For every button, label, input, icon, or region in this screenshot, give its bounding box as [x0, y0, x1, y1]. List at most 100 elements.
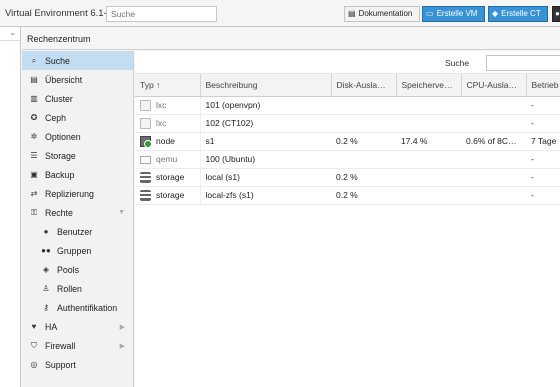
nav-item-label: Ceph — [45, 112, 67, 123]
row-cpu — [461, 150, 526, 169]
nav-item-firewall[interactable]: ⛉ Firewall ▶ — [22, 336, 133, 355]
nav-item-roles[interactable]: ♙ Rollen — [22, 279, 133, 298]
column-header-memory[interactable]: Speicherve… — [396, 74, 462, 97]
table-row[interactable]: storage local-zfs (s1) 0.2 % - — [135, 186, 560, 205]
nav-item-support[interactable]: ◎ Support — [22, 355, 133, 374]
nav-item-label: Backup — [45, 169, 75, 180]
monitor-icon — [140, 156, 151, 164]
tags-icon: ◈ — [42, 265, 50, 274]
column-header-type[interactable]: Typ ↑ — [135, 74, 201, 97]
nav-item-ceph[interactable]: ✪ Ceph — [22, 108, 133, 127]
key-icon: ⚷ — [43, 303, 49, 312]
nav-item-pools[interactable]: ◈ Pools — [22, 260, 133, 279]
user-icon: ● — [555, 9, 560, 18]
row-description: 100 (Ubuntu) — [200, 150, 331, 169]
server-icon: ▥ — [30, 94, 38, 103]
nav-item-authentication[interactable]: ⚷ Authentifikation — [22, 298, 133, 317]
row-uptime: - — [526, 114, 560, 133]
row-memory — [396, 150, 461, 169]
monitor-icon: ▭ — [426, 9, 434, 18]
cube-icon: ◆ — [492, 9, 499, 18]
row-description: local (s1) — [200, 168, 331, 187]
results-table: Typ ↑ Beschreibung Disk-Ausla… Speicherv… — [135, 74, 560, 205]
row-description: local-zfs (s1) — [200, 186, 331, 205]
gear-icon: ✲ — [30, 132, 38, 141]
nav-item-groups[interactable]: ●● Gruppen — [22, 241, 133, 260]
container-icon — [140, 99, 151, 111]
row-disk — [331, 114, 396, 133]
table-row[interactable]: storage local (s1) 0.2 % - — [135, 168, 560, 187]
panel-title: Rechenzentrum — [22, 28, 560, 50]
app-title: Virtual Environment 6.1-7 — [5, 8, 113, 19]
row-uptime: - — [526, 168, 560, 187]
table-row[interactable]: node s1 0.2 % 17.4 % 0.6% of 8C… 7 Tage — [135, 132, 560, 151]
column-header-disk[interactable]: Disk-Ausla… — [331, 74, 397, 97]
nav-item-options[interactable]: ✲ Optionen — [22, 127, 133, 146]
nav-item-overview[interactable]: ▤ Übersicht — [22, 70, 133, 89]
chevron-right-icon: ▶ — [119, 342, 125, 350]
lifebuoy-icon: ◎ — [30, 360, 38, 369]
global-search-input[interactable] — [106, 6, 217, 22]
row-uptime: 7 Tage — [526, 132, 560, 151]
results-toolbar: Suche — [135, 51, 560, 74]
floppy-icon: ▣ — [30, 170, 38, 179]
book-icon: ▤ — [30, 75, 38, 84]
nav-item-label: Optionen — [45, 131, 81, 142]
nav-item-label: Rollen — [57, 283, 82, 294]
row-memory — [396, 114, 461, 133]
table-row[interactable]: lxc 101 (openvpn) - — [135, 96, 560, 115]
table-header-row: Typ ↑ Beschreibung Disk-Ausla… Speicherv… — [135, 74, 560, 97]
nav-item-label: Firewall — [45, 340, 76, 351]
storage-icon — [140, 189, 151, 201]
row-type: lxc — [156, 100, 167, 110]
nav-item-label: Support — [45, 359, 76, 370]
nav-item-label: Authentifikation — [57, 302, 118, 313]
heartbeat-icon: ♥ — [31, 322, 37, 331]
create-vm-button[interactable]: ▭ Erstelle VM — [422, 6, 485, 22]
table-row[interactable]: lxc 102 (CT102) - — [135, 114, 560, 133]
datacenter-nav: ⌕ Suche ▤ Übersicht ▥ Cluster ✪ Ceph ✲ O… — [22, 51, 134, 387]
create-ct-button[interactable]: ◆ Erstelle CT — [488, 6, 548, 22]
documentation-button[interactable]: ▤ Dokumentation — [344, 6, 420, 22]
nav-item-label: Pools — [57, 264, 80, 275]
resource-tree[interactable]: ⌄ — [0, 27, 21, 387]
user-menu-button[interactable]: ● — [552, 6, 560, 22]
retweet-icon: ⇄ — [30, 189, 38, 198]
nav-item-label: Benutzer — [57, 226, 93, 237]
row-memory — [396, 96, 461, 115]
row-uptime: - — [526, 150, 560, 169]
row-cpu — [461, 114, 526, 133]
row-description: 102 (CT102) — [200, 114, 331, 133]
documentation-label: Dokumentation — [358, 9, 413, 18]
nav-item-permissions[interactable]: ⚿ Rechte ▼ — [22, 203, 133, 222]
column-header-description[interactable]: Beschreibung — [200, 74, 332, 97]
nav-item-replication[interactable]: ⇄ Replizierung — [22, 184, 133, 203]
database-icon: ☰ — [30, 151, 38, 160]
create-vm-label: Erstelle VM — [436, 9, 478, 18]
row-disk: 0.2 % — [331, 186, 396, 205]
column-header-uptime[interactable]: Betrieb — [526, 74, 560, 97]
row-type: node — [156, 136, 175, 146]
user-icon: ● — [43, 227, 49, 236]
row-cpu — [461, 96, 526, 115]
nav-item-storage[interactable]: ☰ Storage — [22, 146, 133, 165]
column-header-cpu[interactable]: CPU-Ausla… — [461, 74, 527, 97]
chevron-down-icon: ⌄ — [9, 28, 16, 37]
row-cpu: 0.6% of 8C… — [461, 132, 526, 151]
filter-input[interactable] — [486, 55, 560, 71]
users-icon: ●● — [41, 246, 51, 255]
nav-item-backup[interactable]: ▣ Backup — [22, 165, 133, 184]
nav-item-label: Storage — [45, 150, 76, 161]
nav-item-search[interactable]: ⌕ Suche — [22, 51, 133, 70]
nav-item-cluster[interactable]: ▥ Cluster — [22, 89, 133, 108]
nav-item-label: Suche — [45, 55, 70, 66]
nav-item-ha[interactable]: ♥ HA ▶ — [22, 317, 133, 336]
nav-item-label: Cluster — [45, 93, 73, 104]
row-type: storage — [156, 172, 185, 182]
nav-item-users[interactable]: ● Benutzer — [22, 222, 133, 241]
table-row[interactable]: qemu 100 (Ubuntu) - — [135, 150, 560, 169]
unlock-icon: ⚿ — [30, 207, 38, 217]
row-memory — [396, 186, 461, 205]
tree-view-selector[interactable]: ⌄ — [0, 27, 20, 41]
row-disk: 0.2 % — [331, 168, 396, 187]
